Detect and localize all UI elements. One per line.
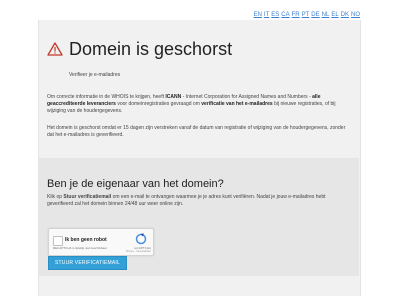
recaptcha-checkbox[interactable]	[53, 236, 63, 246]
icann-label: ICANN	[165, 94, 182, 100]
lang-dk[interactable]: DK	[341, 12, 349, 18]
recaptcha-note: RECAPTCHA is tijdelijk niet beschikbaar	[53, 246, 107, 250]
info-text: Om correcte informatie in de WHOIS te kr…	[47, 94, 351, 149]
lang-ca[interactable]: CA	[281, 12, 289, 18]
lang-pt[interactable]: PT	[302, 12, 310, 18]
owner-title: Ben je de eigenaar van het domein?	[47, 178, 224, 190]
send-verification-button[interactable]: STUUR VERIFICATIEMAIL	[48, 256, 127, 270]
lang-de[interactable]: DE	[311, 12, 319, 18]
lang-en[interactable]: EN	[254, 12, 262, 18]
info-text-part: - Internet Corporation for Assigned Name…	[181, 94, 313, 100]
info-paragraph-2: Het domein is geschorst omdat er 15 dage…	[47, 125, 346, 138]
info-bold: verificatie van het e-mailadres	[201, 101, 273, 107]
warning-icon	[47, 42, 63, 56]
lang-no[interactable]: NO	[351, 12, 360, 18]
recaptcha-widget: Ik ben geen robot RECAPTCHA is tijdelijk…	[48, 228, 154, 256]
recaptcha-logo-icon	[135, 233, 147, 245]
recaptcha-terms[interactable]: Privacy - Voorwaarden	[126, 250, 151, 253]
owner-desc-bold: Stuur verificatiemail	[63, 194, 112, 200]
lang-nl[interactable]: NL	[322, 12, 330, 18]
recaptcha-label: Ik ben geen robot	[65, 237, 107, 243]
page-header: Domein is geschorst	[47, 39, 232, 59]
language-bar: EN IT ES CA FR PT DE NL EL DK NO	[254, 12, 360, 18]
info-paragraph-1: Om correcte informatie in de WHOIS te kr…	[47, 94, 351, 115]
lang-el[interactable]: EL	[331, 12, 338, 18]
owner-desc-part: Klik op	[47, 194, 64, 200]
owner-section: Ben je de eigenaar van het domein? Klik …	[38, 158, 359, 276]
lang-it[interactable]: IT	[264, 12, 269, 18]
info-text-part: Om correcte informatie in de WHOIS te kr…	[47, 94, 166, 100]
lang-fr[interactable]: FR	[292, 12, 300, 18]
owner-description: Klik op Stuur verificatiemail om een e-m…	[47, 194, 347, 208]
info-text-part: voor domeinregistraties gevraagd om	[115, 101, 202, 107]
page-title: Domein is geschorst	[69, 39, 233, 59]
page-subtitle: Verifieer je e-mailadres	[69, 72, 121, 78]
lang-es[interactable]: ES	[271, 12, 279, 18]
